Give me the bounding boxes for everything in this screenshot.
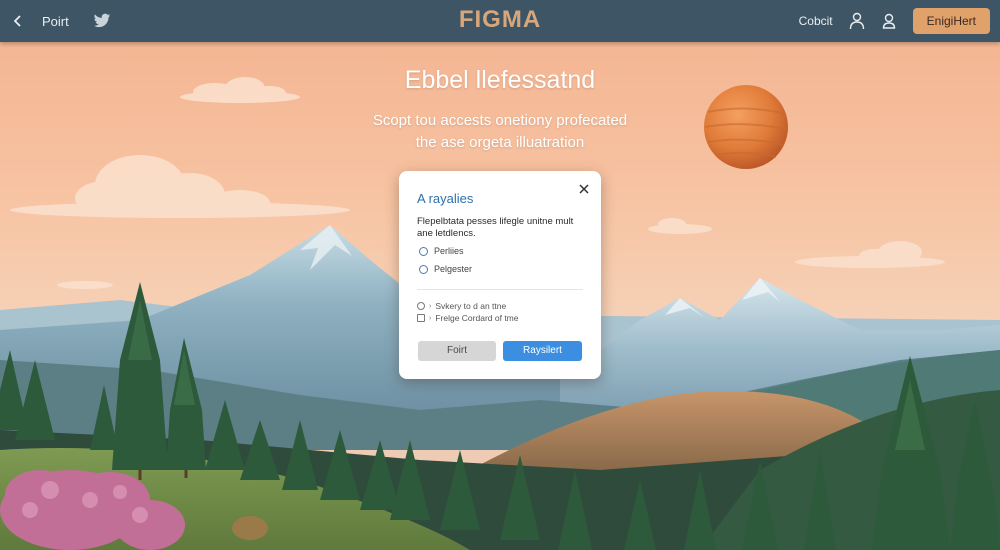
- modal-link-1[interactable]: › Svkery to d an ttne: [417, 301, 506, 311]
- modal-link-label: Frelge Cordard of tme: [435, 313, 519, 323]
- hero-subtitle-line1: Scopt tou accests onetiony profecated: [372, 112, 628, 129]
- divider: [417, 289, 583, 290]
- user-icon[interactable]: [849, 12, 865, 30]
- radio-option-1[interactable]: Perliies: [419, 246, 464, 256]
- modal-link-label: Svkery to d an ttne: [435, 301, 507, 311]
- nav-left-group: Poirt: [12, 0, 111, 42]
- radio-label: Perliies: [434, 246, 464, 256]
- hero-title: Ebbel llefessatnd: [404, 66, 596, 94]
- close-icon[interactable]: [579, 181, 589, 194]
- modal-title: A rayalies: [417, 191, 474, 206]
- radio-option-2[interactable]: Pelgester: [419, 264, 472, 274]
- radio-button[interactable]: [419, 264, 428, 274]
- radio-button[interactable]: [419, 246, 428, 256]
- hero-subtitle-line2: the ase orgeta illuatration: [415, 134, 585, 151]
- chevron-left-icon[interactable]: [12, 15, 24, 27]
- radio-label: Pelgester: [434, 264, 473, 274]
- hero-subtitle: Scopt tou accests onetiony profecated th…: [0, 110, 1000, 154]
- circle-icon: [417, 302, 425, 310]
- top-nav-bar: Poirt FIGMA Cobcit EnigiHert: [0, 0, 1000, 42]
- modal-description: Flepelbtata pesses lifegle unitne mult a…: [417, 216, 574, 239]
- primary-button[interactable]: Raysilert: [503, 341, 582, 361]
- nav-link-left[interactable]: Poirt: [42, 14, 69, 29]
- cta-button[interactable]: EnigiHert: [912, 8, 990, 34]
- modal-link-2[interactable]: › Frelge Cordard of tme: [417, 313, 519, 323]
- chevron-right-icon: ›: [429, 302, 432, 310]
- chevron-right-icon: ›: [429, 314, 432, 322]
- user-outline-icon[interactable]: [881, 12, 897, 30]
- modal-dialog: A rayalies Flepelbtata pesses lifegle un…: [399, 171, 601, 379]
- twitter-icon[interactable]: [93, 13, 111, 29]
- lock-icon: [417, 314, 425, 322]
- nav-link-right[interactable]: Cobcit: [799, 14, 833, 28]
- nav-right-group: Cobcit EnigiHert: [795, 0, 990, 42]
- secondary-button[interactable]: Foirt: [418, 341, 496, 361]
